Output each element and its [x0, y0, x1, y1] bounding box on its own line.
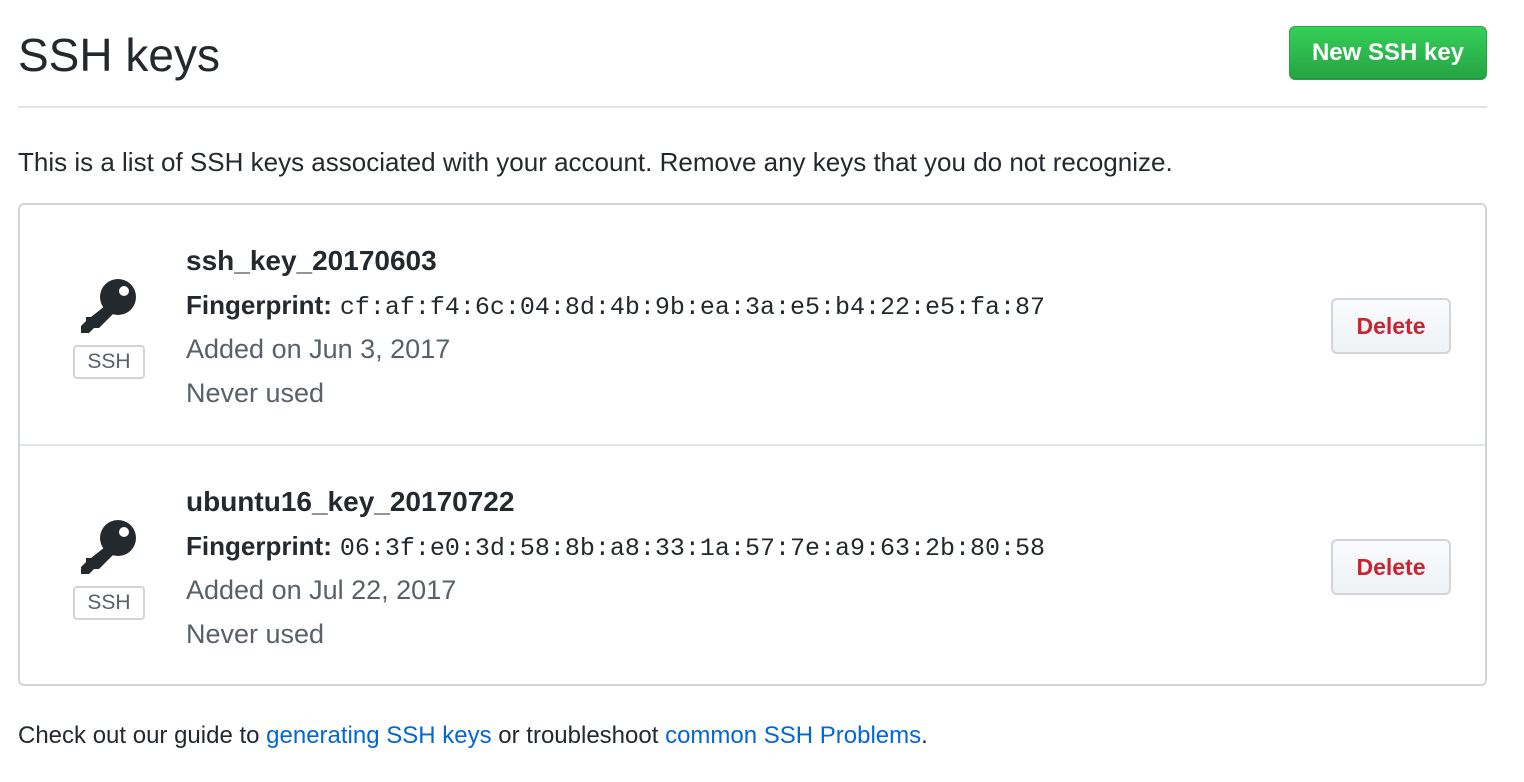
ssh-keys-page: SSH keys New SSH key This is a list of S… — [0, 0, 1524, 782]
page-title: SSH keys — [18, 29, 220, 81]
page-header: SSH keys New SSH key — [18, 0, 1487, 108]
key-added-date: Added on Jun 3, 2017 — [186, 334, 451, 364]
fingerprint-value: cf:af:f4:6c:04:8d:4b:9b:ea:3a:e5:b4:22:e… — [339, 293, 1045, 322]
footer-middle: or troubleshoot — [491, 722, 666, 749]
delete-key-button[interactable]: Delete — [1331, 539, 1451, 595]
key-fingerprint: Fingerprint: cf:af:f4:6c:04:8d:4b:9b:ea:3… — [186, 285, 1045, 328]
new-ssh-key-button[interactable]: New SSH key — [1289, 26, 1487, 80]
ssh-type-label: SSH — [73, 345, 145, 379]
ssh-key-item: SSH ssh_key_20170603 Fingerprint: cf:af:f… — [20, 205, 1485, 446]
fingerprint-label: Fingerprint: — [186, 290, 332, 320]
fingerprint-value: 06:3f:e0:3d:58:8b:a8:33:1a:57:7e:a9:63:2… — [339, 534, 1045, 563]
key-added-date: Added on Jul 22, 2017 — [186, 575, 457, 605]
ssh-key-item: SSH ubuntu16_key_20170722 Fingerprint: 06… — [20, 446, 1485, 685]
delete-key-button[interactable]: Delete — [1331, 298, 1451, 354]
key-title: ssh_key_20170603 — [186, 245, 437, 276]
key-icon — [81, 279, 136, 333]
key-last-used: Never used — [186, 619, 325, 649]
fingerprint-label: Fingerprint: — [186, 531, 332, 561]
common-ssh-problems-link[interactable]: common SSH Problems — [665, 722, 921, 749]
key-last-used: Never used — [186, 378, 325, 408]
key-title: ubuntu16_key_20170722 — [186, 486, 515, 517]
generating-ssh-keys-link[interactable]: generating SSH keys — [266, 722, 491, 749]
page-description: This is a list of SSH keys associated wi… — [18, 147, 1173, 177]
ssh-type-label: SSH — [73, 586, 145, 620]
help-footer: Check out our guide to generating SSH ke… — [18, 718, 928, 754]
footer-prefix: Check out our guide to — [18, 722, 267, 749]
footer-suffix: . — [921, 722, 928, 749]
key-fingerprint: Fingerprint: 06:3f:e0:3d:58:8b:a8:33:1a:5… — [186, 526, 1045, 569]
ssh-key-list: SSH ssh_key_20170603 Fingerprint: cf:af:f… — [18, 203, 1487, 686]
key-icon — [81, 520, 136, 574]
